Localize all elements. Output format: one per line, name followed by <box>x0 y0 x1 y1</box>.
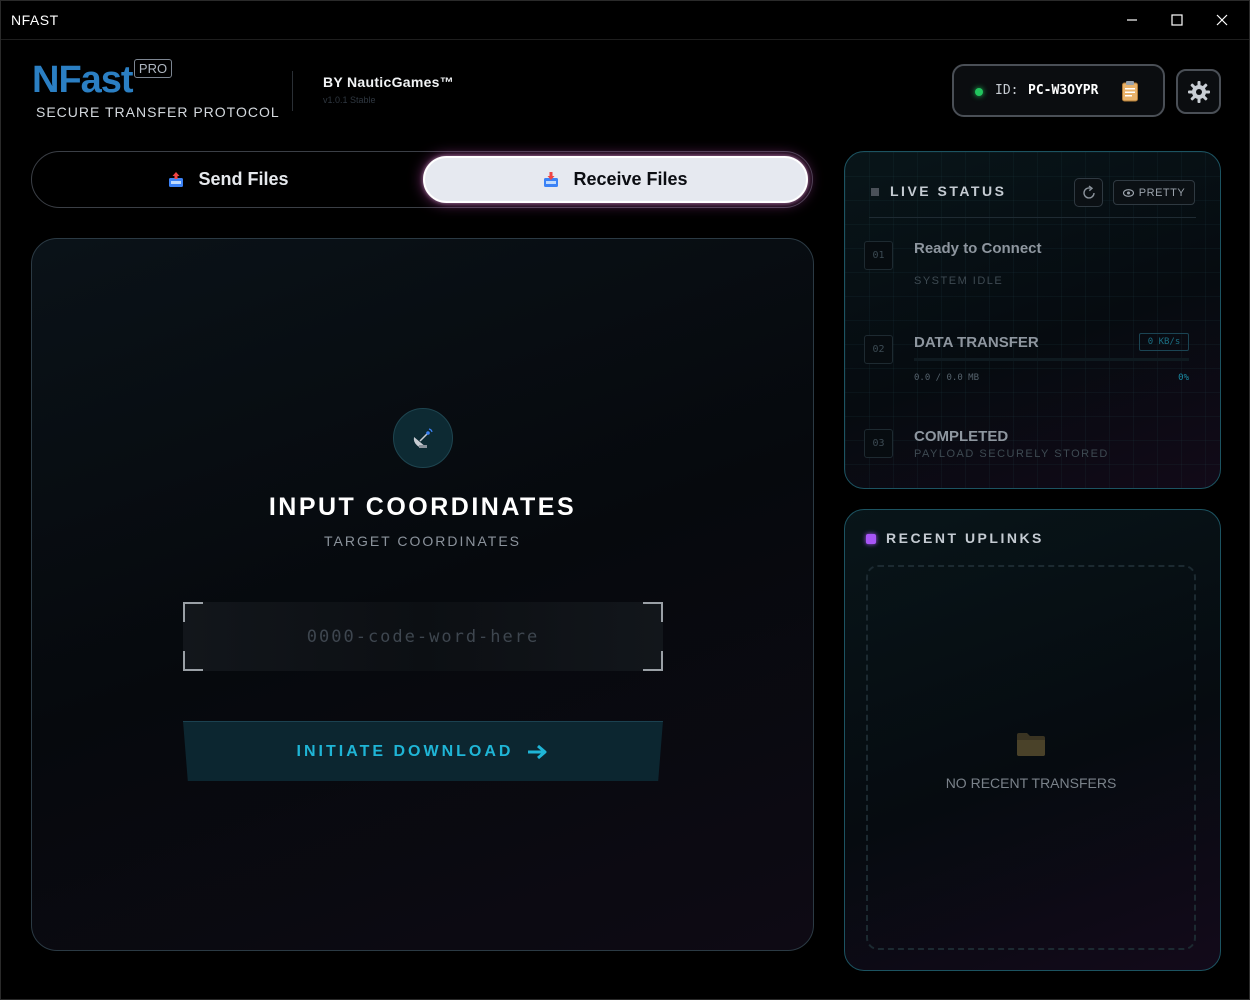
step-number: 03 <box>864 429 893 458</box>
arrow-right-icon <box>528 744 547 759</box>
pretty-label: PRETTY <box>1138 186 1186 199</box>
online-status-dot <box>975 88 983 96</box>
step-subtitle: PAYLOAD SECURELY STORED <box>914 448 1109 460</box>
window-title: NFAST <box>11 12 59 28</box>
device-id-label: ID: <box>995 83 1019 98</box>
transfer-code-input[interactable] <box>183 602 663 671</box>
satellite-dish-badge <box>393 408 453 468</box>
status-divider <box>869 217 1196 218</box>
minimize-icon <box>1126 19 1137 21</box>
settings-button[interactable] <box>1176 69 1221 114</box>
tab-receive-label: Receive Files <box>573 169 688 189</box>
step-number: 02 <box>864 335 893 364</box>
pro-badge: PRO <box>134 59 172 78</box>
step-title: Ready to Connect <box>914 240 1042 257</box>
transfer-speed-badge: 0 KB/s <box>1139 333 1189 351</box>
transfer-percent: 0% <box>1178 373 1189 383</box>
app-window: NFAST NFast PRO SECURE TRANSFER PROTOCOL… <box>0 0 1250 1000</box>
device-id-box: ID: PC-W3OYPR <box>952 64 1165 117</box>
recent-uplinks-panel: RECENT UPLINKS NO RECENT TRANSFERS <box>844 509 1221 971</box>
live-status-panel: LIVE STATUS PRETTY 01 Ready to Connect S… <box>844 151 1221 489</box>
folder-icon <box>1017 733 1045 756</box>
recent-indicator <box>866 534 876 544</box>
copy-clipboard-icon[interactable] <box>1121 80 1139 102</box>
tab-receive-files[interactable]: Receive Files <box>423 156 808 203</box>
frame-corner <box>643 602 663 622</box>
receive-subtitle: TARGET COORDINATES <box>323 533 521 549</box>
refresh-icon <box>1082 184 1095 199</box>
code-input-frame <box>183 602 663 671</box>
minimize-button[interactable] <box>1109 1 1154 39</box>
gear-icon <box>1187 80 1210 103</box>
live-status-title: LIVE STATUS <box>890 183 1007 199</box>
receive-panel: INPUT COORDINATES TARGET COORDINATES INI… <box>31 238 814 951</box>
refresh-button[interactable] <box>1074 178 1103 207</box>
eye-icon <box>1122 188 1134 197</box>
tab-send-files[interactable]: Send Files <box>36 156 421 203</box>
empty-state-text: NO RECENT TRANSFERS <box>945 775 1117 791</box>
device-id-value: PC-W3OYPR <box>1028 83 1099 98</box>
publisher-byline: BY NauticGames™ <box>323 74 455 90</box>
close-icon <box>1216 14 1227 26</box>
maximize-button[interactable] <box>1154 1 1199 39</box>
maximize-icon <box>1170 14 1183 26</box>
recent-uplinks-title: RECENT UPLINKS <box>886 530 1044 546</box>
initiate-download-label: INITIATE DOWNLOAD <box>296 742 514 760</box>
tab-send-label: Send Files <box>198 169 289 189</box>
recent-transfers-list: NO RECENT TRANSFERS <box>866 565 1196 950</box>
title-bar: NFAST <box>1 1 1249 40</box>
step-title: DATA TRANSFER <box>914 334 1039 351</box>
step-title: COMPLETED <box>914 428 1009 445</box>
receive-title: INPUT COORDINATES <box>268 493 577 521</box>
inbox-icon <box>544 171 559 187</box>
transfer-progress-bar <box>914 358 1189 361</box>
outbox-icon <box>169 171 184 187</box>
mode-tabs: Send Files Receive Files <box>31 151 813 208</box>
frame-corner <box>183 651 203 671</box>
frame-corner <box>183 602 203 622</box>
app-logo-text: NFast <box>32 59 134 101</box>
satellite-dish-icon <box>413 428 433 448</box>
frame-corner <box>643 651 663 671</box>
header-divider <box>292 71 293 111</box>
step-subtitle: SYSTEM IDLE <box>914 275 1004 287</box>
close-button[interactable] <box>1199 1 1244 39</box>
app-subtitle: SECURE TRANSFER PROTOCOL <box>36 104 280 120</box>
version-label: v1.0.1 Stable <box>323 95 376 105</box>
status-indicator <box>871 188 879 196</box>
step-number: 01 <box>864 241 893 270</box>
transfer-size: 0.0 / 0.0 MB <box>914 373 980 383</box>
pretty-view-toggle[interactable]: PRETTY <box>1113 180 1195 205</box>
initiate-download-button[interactable]: INITIATE DOWNLOAD <box>183 721 663 781</box>
